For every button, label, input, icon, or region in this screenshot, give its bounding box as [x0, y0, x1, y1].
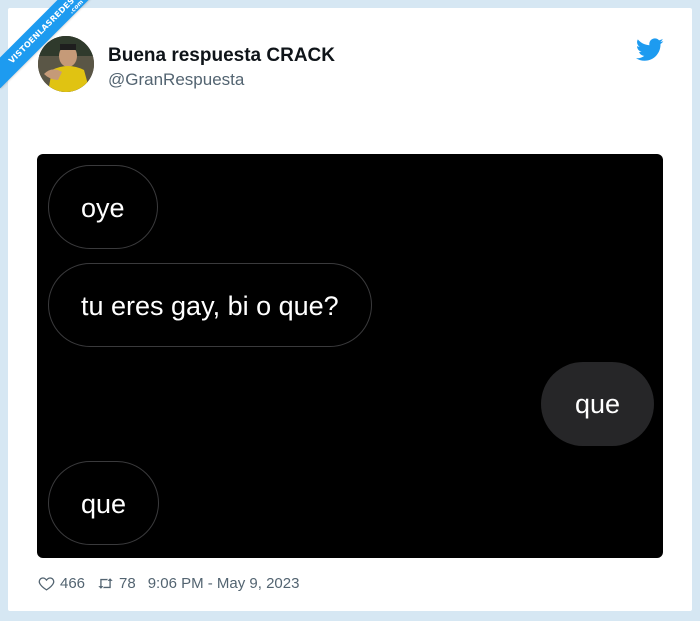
tweet-meta: 466 78 9:06 PM - May 9, 2023: [38, 573, 299, 593]
message-bubble-received: tu eres gay, bi o que?: [48, 263, 372, 347]
like-count: 466: [60, 574, 86, 592]
retweet-count: 78: [119, 574, 136, 592]
handle[interactable]: @GranRespuesta: [108, 70, 244, 90]
twitter-bird-icon[interactable]: [636, 38, 664, 62]
message-bubble-sent: que: [540, 362, 654, 446]
avatar[interactable]: [38, 36, 94, 92]
message-bubble-received: oye: [48, 165, 158, 249]
display-name[interactable]: Buena respuesta CRACK: [108, 45, 335, 67]
tweet-card: Buena respuesta CRACK @GranRespuesta oye…: [8, 8, 692, 611]
avatar-image: [38, 36, 94, 92]
heart-icon[interactable]: [38, 575, 55, 592]
chat-screenshot[interactable]: oye tu eres gay, bi o que? que que: [37, 154, 663, 558]
retweet-icon[interactable]: [97, 575, 114, 592]
message-bubble-received: que: [48, 461, 160, 545]
timestamp[interactable]: 9:06 PM - May 9, 2023: [148, 575, 300, 592]
page-frame: Buena respuesta CRACK @GranRespuesta oye…: [0, 0, 700, 621]
